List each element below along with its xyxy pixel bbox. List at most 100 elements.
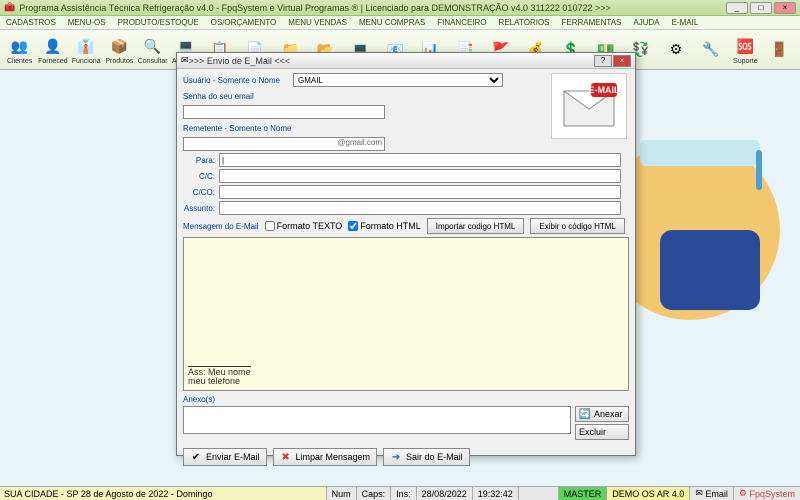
- toolbar-label: Funciona: [72, 58, 101, 65]
- subject-input[interactable]: [219, 201, 621, 215]
- menu-orcamento[interactable]: OS/ORÇAMENTO: [211, 18, 277, 27]
- dialog-titlebar: ✉ >>> Envio de E_Mail <<< ? ×: [177, 53, 635, 69]
- status-brand[interactable]: ⚙ FpqSystem: [733, 487, 800, 500]
- dialog-title: >>> Envio de E_Mail <<<: [189, 56, 594, 66]
- toolbar-icon: 🚪: [767, 38, 791, 62]
- toolbar-item-19[interactable]: ⚙: [660, 32, 693, 67]
- toolbar-item-22[interactable]: 🚪: [763, 32, 796, 67]
- user-label: Usuário - Somente o Nome: [183, 76, 293, 85]
- email-dialog: ✉ >>> Envio de E_Mail <<< ? × E-MAIL Usu…: [176, 52, 636, 456]
- app-icon: 🧰: [4, 2, 15, 13]
- signature: Ass: Meu nome meu telefone: [188, 366, 251, 386]
- clear-icon: ✖: [280, 451, 292, 463]
- sender-label: Remetente - Somente o Nome: [183, 124, 293, 133]
- dialog-help-button[interactable]: ?: [594, 55, 612, 67]
- status-demo: DEMO OS AR 4.0: [606, 487, 689, 500]
- toolbar-icon: 🔍: [141, 34, 165, 58]
- toolbar-label: Produtos: [105, 58, 133, 65]
- message-label: Mensagem do E-Mail: [183, 222, 259, 231]
- gear-icon: ⚙: [739, 488, 747, 499]
- status-date: 28/08/2022: [416, 487, 472, 500]
- menu-ferramentas[interactable]: FERRAMENTAS: [562, 18, 622, 27]
- attachments-label: Anexo(s): [183, 395, 629, 404]
- menu-vendas[interactable]: MENU VENDAS: [288, 18, 347, 27]
- close-button[interactable]: ×: [774, 2, 796, 14]
- svg-text:E-MAIL: E-MAIL: [589, 85, 620, 95]
- toolbar-item-21[interactable]: 🆘Suporte: [730, 32, 761, 67]
- cco-label: C/CO:: [183, 188, 219, 197]
- remove-attachment-button[interactable]: Excluir: [575, 424, 629, 440]
- toolbar-item-0[interactable]: 👥Clientes: [4, 32, 35, 67]
- status-progress: [518, 487, 558, 500]
- status-email[interactable]: ✉ Email: [689, 487, 733, 500]
- attach-icon: 🔄: [579, 408, 591, 420]
- menu-relatorios[interactable]: RELATÓRIOS: [499, 18, 550, 27]
- mail-icon: ✉: [695, 488, 703, 499]
- password-label: Senha do seu email: [183, 92, 293, 101]
- show-html-button[interactable]: Exibir o código HTML: [530, 218, 624, 234]
- menu-financeiro[interactable]: FINANCEIRO: [437, 18, 486, 27]
- attachments-row: 🔄Anexar Excluir: [183, 406, 629, 440]
- status-master: MASTER: [558, 487, 607, 500]
- toolbar-item-1[interactable]: 👤Forneced: [37, 32, 68, 67]
- toolbar-label: Clientes: [7, 58, 32, 65]
- dialog-icon: ✉: [181, 55, 189, 66]
- to-input[interactable]: [219, 153, 621, 167]
- title-text: Programa Assistência Técnica Refrigeraçã…: [19, 3, 726, 13]
- status-caps: Caps:: [356, 487, 391, 500]
- status-time: 19:32:42: [472, 487, 518, 500]
- toolbar-icon: 🆘: [733, 34, 757, 58]
- toolbar-icon: 📦: [107, 34, 131, 58]
- check-icon: ✔: [190, 451, 202, 463]
- menu-produto[interactable]: PRODUTO/ESTOQUE: [118, 18, 199, 27]
- attachment-buttons: 🔄Anexar Excluir: [575, 406, 629, 440]
- menu-ajuda[interactable]: AJUDA: [633, 18, 659, 27]
- toolbar-label: Suporte: [733, 58, 758, 65]
- minimize-button[interactable]: _: [726, 2, 748, 14]
- dialog-body: E-MAIL Usuário - Somente o Nome GMAIL Se…: [177, 69, 635, 470]
- toolbar-icon: 👥: [8, 34, 32, 58]
- toolbar-label: Forneced: [38, 58, 68, 65]
- status-ins: Ins:: [390, 487, 416, 500]
- exit-icon: ➔: [390, 451, 402, 463]
- email-illustration: E-MAIL: [551, 73, 627, 139]
- attach-button[interactable]: 🔄Anexar: [575, 406, 629, 422]
- attachments-list[interactable]: [183, 406, 571, 434]
- status-num: Num: [326, 487, 356, 500]
- toolbar-icon: 👔: [74, 34, 98, 58]
- format-html-checkbox[interactable]: Formato HTML: [348, 221, 421, 231]
- menu-email[interactable]: E-MAIL: [672, 18, 699, 27]
- to-label: Para:: [183, 156, 219, 165]
- maximize-button[interactable]: □: [750, 2, 772, 14]
- cco-input[interactable]: [219, 185, 621, 199]
- menu-os[interactable]: MENU-OS: [68, 18, 106, 27]
- exit-email-button[interactable]: ➔Sair do E-Mail: [383, 448, 470, 466]
- sender-input[interactable]: @gmail.com: [183, 137, 385, 151]
- status-location: SUA CIDADE - SP 28 de Agosto de 2022 - D…: [0, 487, 326, 500]
- format-text-checkbox[interactable]: Formato TEXTO: [265, 221, 343, 231]
- provider-select[interactable]: GMAIL: [293, 73, 503, 87]
- menu-cadastros[interactable]: CADASTROS: [6, 18, 56, 27]
- cc-input[interactable]: [219, 169, 621, 183]
- password-input[interactable]: [183, 105, 385, 119]
- statusbar: SUA CIDADE - SP 28 de Agosto de 2022 - D…: [0, 486, 800, 500]
- dialog-controls: ? ×: [594, 55, 631, 67]
- main-titlebar: 🧰 Programa Assistência Técnica Refrigera…: [0, 0, 800, 16]
- send-email-button[interactable]: ✔Enviar E-Mail: [183, 448, 267, 466]
- toolbar-item-20[interactable]: 🔧: [695, 32, 728, 67]
- toolbar-icon: 👤: [41, 34, 65, 58]
- subject-label: Assunto:: [183, 204, 219, 213]
- address-section: Para: C/C: C/CO: Assunto:: [183, 153, 629, 215]
- toolbar-icon: ⚙: [664, 38, 688, 62]
- toolbar-item-2[interactable]: 👔Funciona: [71, 32, 102, 67]
- toolbar-icon: 🔧: [699, 38, 723, 62]
- clear-message-button[interactable]: ✖Limpar Mensagem: [273, 448, 378, 466]
- menu-compras[interactable]: MENU COMPRAS: [359, 18, 425, 27]
- toolbar-item-4[interactable]: 🔍Consultar: [137, 32, 168, 67]
- message-header: Mensagem do E-Mail Formato TEXTO Formato…: [183, 218, 629, 234]
- message-body[interactable]: Ass: Meu nome meu telefone: [183, 237, 629, 391]
- import-html-button[interactable]: Importar codigo HTML: [427, 218, 525, 234]
- dialog-close-button[interactable]: ×: [613, 55, 631, 67]
- cc-label: C/C:: [183, 172, 219, 181]
- toolbar-item-3[interactable]: 📦Produtos: [104, 32, 135, 67]
